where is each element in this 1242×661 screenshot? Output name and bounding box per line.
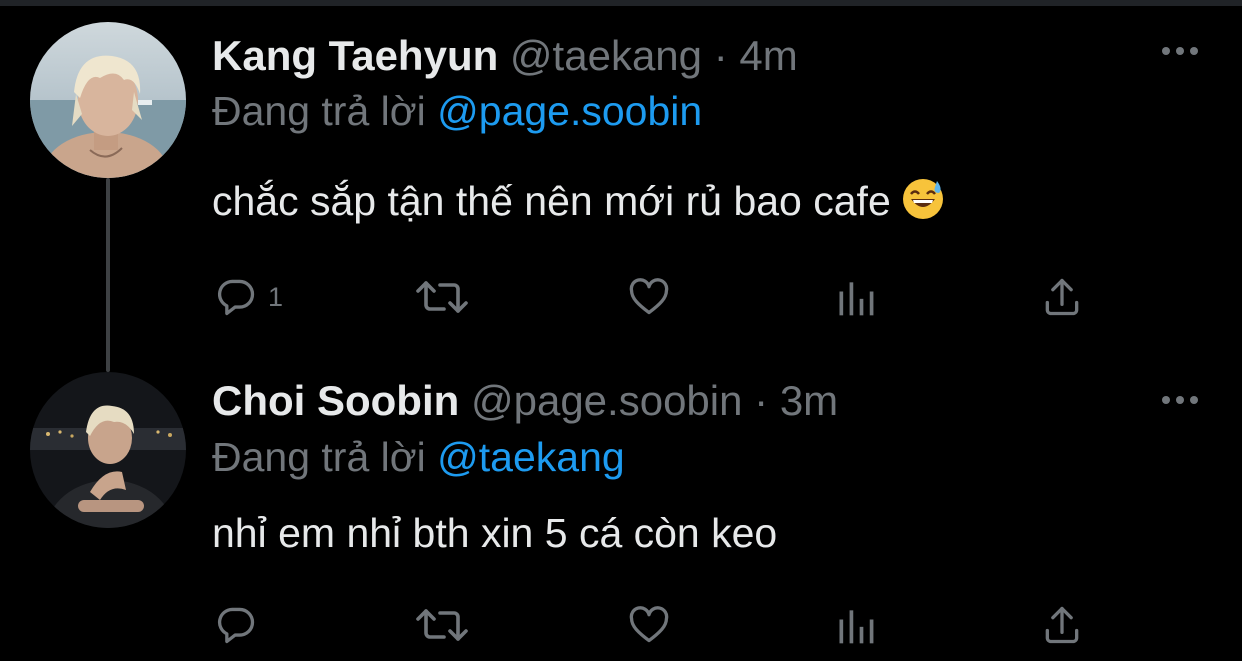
share-icon xyxy=(1045,278,1079,316)
views-button[interactable] xyxy=(834,272,878,322)
separator-dot: · xyxy=(713,32,728,79)
replying-to-label: Đang trả lời xyxy=(212,88,426,134)
mention-link[interactable]: @taekang xyxy=(437,434,625,480)
display-name[interactable]: Kang Taehyun xyxy=(212,32,498,79)
more-icon[interactable] xyxy=(1160,390,1200,410)
replying-to: Đang trả lời @page.soobin xyxy=(212,86,702,136)
share-icon xyxy=(1045,606,1079,644)
timestamp[interactable]: 3m xyxy=(780,377,838,424)
reply-button[interactable]: 1 xyxy=(214,272,283,322)
like-button[interactable] xyxy=(626,272,672,322)
replying-to-label: Đang trả lời xyxy=(212,434,426,480)
heart-icon xyxy=(629,278,669,315)
replying-to: Đang trả lời @taekang xyxy=(212,432,625,482)
retweet-button[interactable] xyxy=(414,600,470,650)
user-handle[interactable]: @page.soobin xyxy=(471,377,743,424)
share-button[interactable] xyxy=(1040,600,1084,650)
like-button[interactable] xyxy=(626,600,672,650)
avatar[interactable] xyxy=(30,372,186,528)
tweet-header: Kang Taehyun @taekang · 4m xyxy=(212,30,798,82)
more-icon[interactable] xyxy=(1160,41,1200,61)
tweet-text: chắc sắp tận thế nên mới rủ bao cafe xyxy=(212,176,945,226)
reply-count: 1 xyxy=(268,281,284,312)
top-divider xyxy=(0,0,1242,6)
tweet-text: nhỉ em nhỉ bth xin 5 cá còn keo xyxy=(212,508,777,558)
timestamp[interactable]: 4m xyxy=(739,32,797,79)
analytics-icon xyxy=(839,610,874,644)
analytics-icon xyxy=(839,282,874,316)
grinning-face-with-sweat-icon xyxy=(902,179,943,219)
share-button[interactable] xyxy=(1040,272,1084,322)
thread-connector-line xyxy=(106,178,110,372)
retweet-button[interactable] xyxy=(414,272,470,322)
reply-icon xyxy=(217,607,255,644)
retweet-icon xyxy=(416,609,468,641)
avatar[interactable] xyxy=(30,22,186,178)
heart-icon xyxy=(629,606,669,643)
tweet-text-content: nhỉ em nhỉ bth xin 5 cá còn keo xyxy=(212,510,778,556)
mention-link[interactable]: @page.soobin xyxy=(437,88,702,134)
reply-icon xyxy=(217,279,255,316)
tweet-header: Choi Soobin @page.soobin · 3m xyxy=(212,375,838,427)
retweet-icon xyxy=(416,281,468,313)
views-button[interactable] xyxy=(834,600,878,650)
display-name[interactable]: Choi Soobin xyxy=(212,377,459,424)
user-handle[interactable]: @taekang xyxy=(510,32,702,79)
tweet-text-content: chắc sắp tận thế nên mới rủ bao cafe xyxy=(212,178,891,224)
separator-dot: · xyxy=(754,377,769,424)
reply-button[interactable] xyxy=(214,600,268,650)
